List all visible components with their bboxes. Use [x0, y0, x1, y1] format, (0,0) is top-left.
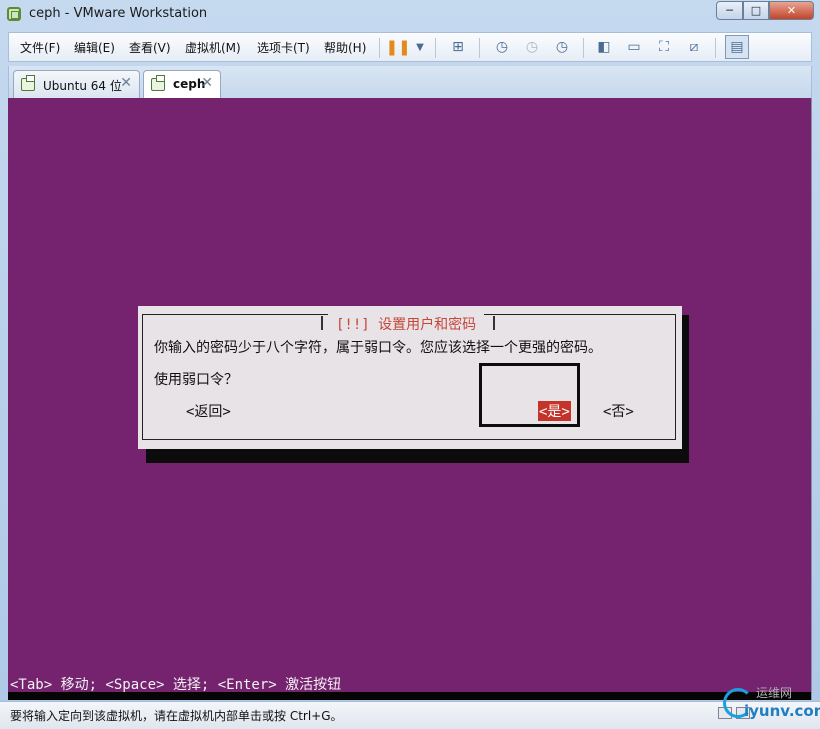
tab-ubuntu[interactable]: Ubuntu 64 位 ✕ [13, 70, 140, 98]
toolbar-separator [379, 38, 380, 58]
snapshot-revert-icon[interactable]: ◷ [523, 38, 541, 56]
snapshot-take-icon[interactable]: ◷ [493, 38, 511, 56]
no-button[interactable]: <否> [603, 401, 634, 421]
console-bottom-bar [8, 692, 811, 700]
watermark-cn: 运维网 [756, 686, 793, 700]
toolbar-separator [583, 38, 584, 58]
tab-label: Ubuntu 64 位 [43, 79, 122, 93]
dialog-title-text: [!!] 设置用户和密码 [336, 317, 477, 333]
yes-button[interactable]: <是> [538, 401, 571, 421]
tab-close-icon[interactable]: ✕ [120, 75, 132, 91]
tab-strip: Ubuntu 64 位 ✕ ceph ✕ [8, 66, 812, 99]
close-button[interactable]: ✕ [769, 1, 814, 20]
title-divider [493, 316, 495, 330]
menu-tabs[interactable]: 选项卡(T) [257, 39, 310, 56]
status-bar: 要将输入定向到该虚拟机，请在虚拟机内部单击或按 Ctrl+G。 [0, 701, 820, 729]
toolbar-separator [435, 38, 436, 58]
tab-close-icon[interactable]: ✕ [201, 75, 213, 91]
vm-console[interactable]: [!!] 设置用户和密码 你输入的密码少于八个字符，属于弱口令。您应该选择一个更… [8, 98, 811, 700]
minimize-button[interactable]: ─ [716, 1, 743, 20]
vmware-app-icon [7, 7, 21, 21]
window-controls: ─ □ ✕ [716, 1, 814, 20]
status-text: 要将输入定向到该虚拟机，请在虚拟机内部单击或按 Ctrl+G。 [10, 709, 343, 723]
back-button[interactable]: <返回> [186, 401, 231, 421]
vm-icon [151, 75, 165, 91]
snapshot-manager-icon[interactable]: ◷ [553, 38, 571, 56]
keyboard-hint: <Tab> 移动; <Space> 选择; <Enter> 激活按钮 [10, 677, 342, 693]
title-divider [321, 316, 323, 330]
menu-help[interactable]: 帮助(H) [324, 39, 366, 56]
pause-icon[interactable]: ❚❚ [385, 38, 410, 56]
vmware-window: ceph - VMware Workstation ─ □ ✕ 文件(F) 编辑… [0, 0, 820, 729]
unity-icon[interactable]: ⧄ [685, 38, 703, 56]
title-bar[interactable]: ceph - VMware Workstation ─ □ ✕ [0, 0, 820, 30]
site-watermark: 运维网 iyunv.com [718, 684, 820, 726]
window-title: ceph - VMware Workstation [29, 6, 208, 21]
menu-toolbar: 文件(F) 编辑(E) 查看(V) 虚拟机(M) 选项卡(T) 帮助(H) ❚❚… [8, 32, 812, 62]
console-edge [811, 98, 812, 700]
dialog-title: [!!] 设置用户和密码 [328, 314, 485, 333]
installer-dialog: [!!] 设置用户和密码 你输入的密码少于八个字符，属于弱口令。您应该选择一个更… [138, 306, 682, 449]
menu-vm[interactable]: 虚拟机(M) [185, 39, 241, 56]
watermark-en: iyunv.com [744, 702, 820, 720]
maximize-button[interactable]: □ [743, 1, 769, 20]
toolbar-separator [479, 38, 480, 58]
console-view-icon[interactable]: ▤ [725, 35, 749, 59]
send-ctrl-alt-del-icon[interactable]: ⊞ [449, 38, 467, 56]
dropdown-arrow-icon[interactable]: ▼ [411, 38, 429, 56]
menu-edit[interactable]: 编辑(E) [74, 39, 115, 56]
show-library-icon[interactable]: ◧ [595, 38, 613, 56]
show-thumbnails-icon[interactable]: ▭ [625, 38, 643, 56]
tab-ceph[interactable]: ceph ✕ [143, 70, 221, 99]
dialog-question: 使用弱口令？ [154, 372, 238, 388]
toolbar-separator [715, 38, 716, 58]
vm-icon [21, 75, 35, 91]
dialog-message: 你输入的密码少于八个字符，属于弱口令。您应该选择一个更强的密码。 [154, 340, 602, 356]
menu-file[interactable]: 文件(F) [20, 39, 60, 56]
full-screen-icon[interactable]: ⛶ [655, 38, 673, 56]
menu-view[interactable]: 查看(V) [129, 39, 171, 56]
